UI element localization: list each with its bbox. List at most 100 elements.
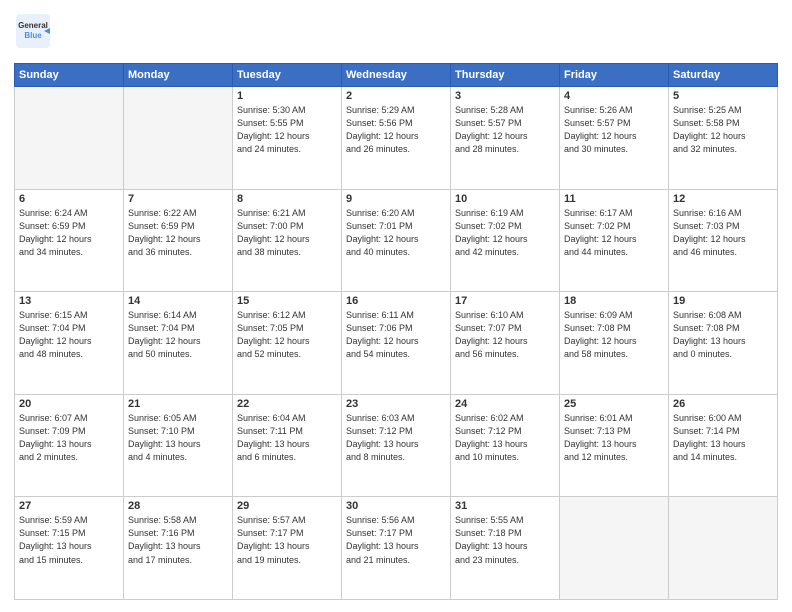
day-info: Sunrise: 5:59 AM Sunset: 7:15 PM Dayligh… <box>19 514 119 566</box>
calendar-cell: 1 Sunrise: 5:30 AM Sunset: 5:55 PM Daylig… <box>233 87 342 190</box>
day-info: Sunrise: 6:19 AM Sunset: 7:02 PM Dayligh… <box>455 207 555 259</box>
calendar-cell: 26 Sunrise: 6:00 AM Sunset: 7:14 PM Dayli… <box>669 394 778 497</box>
day-info: Sunrise: 6:05 AM Sunset: 7:10 PM Dayligh… <box>128 412 228 464</box>
day-info: Sunrise: 6:12 AM Sunset: 7:05 PM Dayligh… <box>237 309 337 361</box>
calendar-week-2: 6 Sunrise: 6:24 AM Sunset: 6:59 PM Daylig… <box>15 189 778 292</box>
day-number: 1 <box>237 90 337 102</box>
day-info: Sunrise: 5:28 AM Sunset: 5:57 PM Dayligh… <box>455 104 555 156</box>
day-number: 16 <box>346 295 446 307</box>
day-number: 15 <box>237 295 337 307</box>
day-number: 13 <box>19 295 119 307</box>
logo-icon: General Blue <box>14 12 52 50</box>
calendar-cell: 14Sunrise: 6:14 AM Sunset: 7:04 PM Dayli… <box>124 292 233 395</box>
day-info: Sunrise: 5:57 AM Sunset: 7:17 PM Dayligh… <box>237 514 337 566</box>
day-info: Sunrise: 6:01 AM Sunset: 7:13 PM Dayligh… <box>564 412 664 464</box>
day-info: Sunrise: 6:14 AM Sunset: 7:04 PM Dayligh… <box>128 309 228 361</box>
day-number: 24 <box>455 398 555 410</box>
calendar-cell: 13 Sunrise: 6:15 AM Sunset: 7:04 PM Dayli… <box>15 292 124 395</box>
day-number: 6 <box>19 193 119 205</box>
calendar-cell: 11Sunrise: 6:17 AM Sunset: 7:02 PM Dayli… <box>560 189 669 292</box>
calendar-cell: 16Sunrise: 6:11 AM Sunset: 7:06 PM Dayli… <box>342 292 451 395</box>
day-info: Sunrise: 5:55 AM Sunset: 7:18 PM Dayligh… <box>455 514 555 566</box>
calendar-week-3: 13 Sunrise: 6:15 AM Sunset: 7:04 PM Dayli… <box>15 292 778 395</box>
day-number: 9 <box>346 193 446 205</box>
day-number: 19 <box>673 295 773 307</box>
calendar-header-thursday: Thursday <box>451 64 560 87</box>
calendar-cell: 9 Sunrise: 6:20 AM Sunset: 7:01 PM Daylig… <box>342 189 451 292</box>
day-info: Sunrise: 6:02 AM Sunset: 7:12 PM Dayligh… <box>455 412 555 464</box>
day-number: 29 <box>237 500 337 512</box>
calendar-cell <box>15 87 124 190</box>
day-info: Sunrise: 6:15 AM Sunset: 7:04 PM Dayligh… <box>19 309 119 361</box>
day-number: 23 <box>346 398 446 410</box>
page: General Blue SundayMondayTuesdayWednesda… <box>0 0 792 612</box>
calendar-cell: 4Sunrise: 5:26 AM Sunset: 5:57 PM Daylig… <box>560 87 669 190</box>
calendar-cell: 23 Sunrise: 6:03 AM Sunset: 7:12 PM Dayli… <box>342 394 451 497</box>
header: General Blue <box>14 12 778 55</box>
calendar-cell: 18 Sunrise: 6:09 AM Sunset: 7:08 PM Dayli… <box>560 292 669 395</box>
day-number: 10 <box>455 193 555 205</box>
calendar-cell: 8 Sunrise: 6:21 AM Sunset: 7:00 PM Daylig… <box>233 189 342 292</box>
calendar-cell: 21 Sunrise: 6:05 AM Sunset: 7:10 PM Dayli… <box>124 394 233 497</box>
day-info: Sunrise: 6:20 AM Sunset: 7:01 PM Dayligh… <box>346 207 446 259</box>
calendar-cell: 15 Sunrise: 6:12 AM Sunset: 7:05 PM Dayli… <box>233 292 342 395</box>
calendar-header-tuesday: Tuesday <box>233 64 342 87</box>
calendar-header-sunday: Sunday <box>15 64 124 87</box>
day-info: Sunrise: 6:08 AM Sunset: 7:08 PM Dayligh… <box>673 309 773 361</box>
day-number: 22 <box>237 398 337 410</box>
day-info: Sunrise: 6:24 AM Sunset: 6:59 PM Dayligh… <box>19 207 119 259</box>
day-info: Sunrise: 6:00 AM Sunset: 7:14 PM Dayligh… <box>673 412 773 464</box>
day-info: Sunrise: 5:25 AM Sunset: 5:58 PM Dayligh… <box>673 104 773 156</box>
day-number: 31 <box>455 500 555 512</box>
day-info: Sunrise: 5:58 AM Sunset: 7:16 PM Dayligh… <box>128 514 228 566</box>
day-info: Sunrise: 6:21 AM Sunset: 7:00 PM Dayligh… <box>237 207 337 259</box>
calendar-cell: 27Sunrise: 5:59 AM Sunset: 7:15 PM Dayli… <box>15 497 124 600</box>
calendar-cell: 31 Sunrise: 5:55 AM Sunset: 7:18 PM Dayli… <box>451 497 560 600</box>
day-number: 7 <box>128 193 228 205</box>
day-number: 5 <box>673 90 773 102</box>
day-info: Sunrise: 5:30 AM Sunset: 5:55 PM Dayligh… <box>237 104 337 156</box>
calendar-cell: 30 Sunrise: 5:56 AM Sunset: 7:17 PM Dayli… <box>342 497 451 600</box>
day-number: 2 <box>346 90 446 102</box>
calendar-header-wednesday: Wednesday <box>342 64 451 87</box>
calendar-week-1: 1 Sunrise: 5:30 AM Sunset: 5:55 PM Daylig… <box>15 87 778 190</box>
day-info: Sunrise: 6:10 AM Sunset: 7:07 PM Dayligh… <box>455 309 555 361</box>
day-info: Sunrise: 6:07 AM Sunset: 7:09 PM Dayligh… <box>19 412 119 464</box>
calendar-table: SundayMondayTuesdayWednesdayThursdayFrid… <box>14 63 778 600</box>
calendar-cell: 12 Sunrise: 6:16 AM Sunset: 7:03 PM Dayli… <box>669 189 778 292</box>
day-number: 17 <box>455 295 555 307</box>
calendar-cell: 2 Sunrise: 5:29 AM Sunset: 5:56 PM Daylig… <box>342 87 451 190</box>
day-number: 4 <box>564 90 664 102</box>
calendar-cell: 20 Sunrise: 6:07 AM Sunset: 7:09 PM Dayli… <box>15 394 124 497</box>
calendar-cell: 17 Sunrise: 6:10 AM Sunset: 7:07 PM Dayli… <box>451 292 560 395</box>
calendar-cell: 7 Sunrise: 6:22 AM Sunset: 6:59 PM Daylig… <box>124 189 233 292</box>
calendar-header-friday: Friday <box>560 64 669 87</box>
calendar-header-row: SundayMondayTuesdayWednesdayThursdayFrid… <box>15 64 778 87</box>
calendar-cell: 25 Sunrise: 6:01 AM Sunset: 7:13 PM Dayli… <box>560 394 669 497</box>
logo: General Blue <box>14 12 52 55</box>
day-info: Sunrise: 6:04 AM Sunset: 7:11 PM Dayligh… <box>237 412 337 464</box>
day-info: Sunrise: 5:56 AM Sunset: 7:17 PM Dayligh… <box>346 514 446 566</box>
day-number: 21 <box>128 398 228 410</box>
day-number: 8 <box>237 193 337 205</box>
svg-text:Blue: Blue <box>24 31 42 40</box>
day-number: 20 <box>19 398 119 410</box>
day-number: 26 <box>673 398 773 410</box>
day-number: 30 <box>346 500 446 512</box>
day-info: Sunrise: 6:03 AM Sunset: 7:12 PM Dayligh… <box>346 412 446 464</box>
calendar-week-5: 27Sunrise: 5:59 AM Sunset: 7:15 PM Dayli… <box>15 497 778 600</box>
day-number: 18 <box>564 295 664 307</box>
day-number: 12 <box>673 193 773 205</box>
calendar-cell <box>560 497 669 600</box>
day-info: Sunrise: 6:22 AM Sunset: 6:59 PM Dayligh… <box>128 207 228 259</box>
calendar-cell <box>669 497 778 600</box>
day-info: Sunrise: 6:09 AM Sunset: 7:08 PM Dayligh… <box>564 309 664 361</box>
day-number: 11 <box>564 193 664 205</box>
calendar-cell: 22 Sunrise: 6:04 AM Sunset: 7:11 PM Dayli… <box>233 394 342 497</box>
day-info: Sunrise: 5:29 AM Sunset: 5:56 PM Dayligh… <box>346 104 446 156</box>
day-number: 25 <box>564 398 664 410</box>
day-info: Sunrise: 6:16 AM Sunset: 7:03 PM Dayligh… <box>673 207 773 259</box>
calendar-cell: 10 Sunrise: 6:19 AM Sunset: 7:02 PM Dayli… <box>451 189 560 292</box>
calendar-cell: 24 Sunrise: 6:02 AM Sunset: 7:12 PM Dayli… <box>451 394 560 497</box>
day-number: 3 <box>455 90 555 102</box>
